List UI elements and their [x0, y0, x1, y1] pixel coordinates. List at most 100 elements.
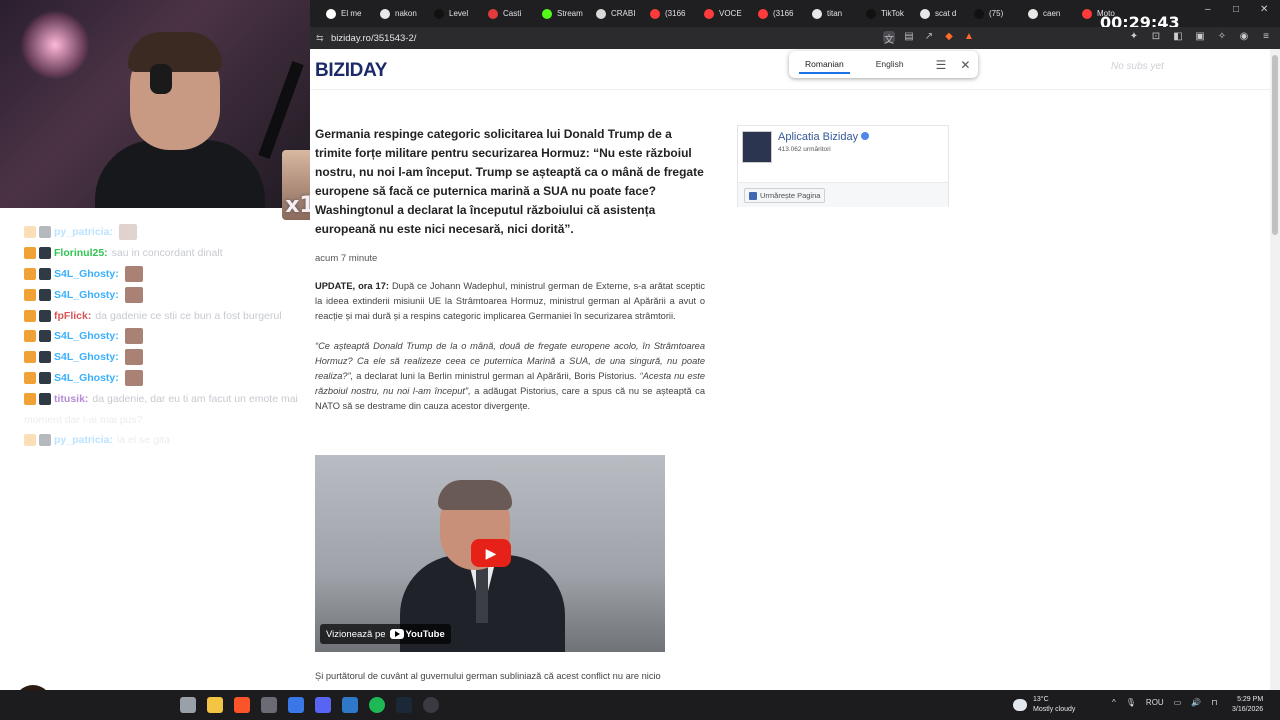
chat-username[interactable]: S4L_Ghosty:: [54, 330, 119, 342]
browser-tab[interactable]: VOCE: [700, 3, 753, 25]
minimize-icon[interactable]: –: [1205, 4, 1211, 15]
subscriber-badge-icon: [24, 309, 36, 322]
chat-username[interactable]: Florinul25:: [54, 247, 108, 259]
tab-label: caen: [1043, 9, 1061, 18]
volume-icon[interactable]: 🔊: [1191, 698, 1201, 707]
chat-username[interactable]: py_patricia:: [54, 226, 113, 238]
screenshot-icon[interactable]: ⊡: [1150, 31, 1162, 43]
brave-rewards-icon[interactable]: ▲: [963, 31, 975, 43]
browser-tab[interactable]: (3166: [646, 3, 699, 25]
tray-chevron-icon[interactable]: ^: [1112, 698, 1116, 707]
browser-tab[interactable]: titan: [808, 3, 861, 25]
chat-username[interactable]: S4L_Ghosty:: [54, 268, 119, 280]
vpn-icon[interactable]: ◉: [1238, 31, 1250, 43]
browser-tab[interactable]: nakon: [376, 3, 429, 25]
scroll-thumb[interactable]: [1272, 55, 1278, 235]
close-window-icon[interactable]: ✕: [1260, 4, 1268, 15]
share-icon[interactable]: ↗: [923, 31, 935, 43]
taskbar: 13°C Mostly cloudy ^ 🎙 ROU ▭ 🔊 ⊓ 5:29 PM 3…: [0, 690, 1280, 720]
youtube-embed[interactable]: ▶ Vizionează pe YouTube: [315, 455, 665, 652]
maximize-icon[interactable]: □: [1233, 4, 1239, 15]
fb-page-avatar[interactable]: [742, 131, 772, 163]
browser-tab[interactable]: Stream: [538, 3, 591, 25]
camera-badge-icon: [39, 247, 51, 260]
browser-tab[interactable]: El me: [322, 3, 375, 25]
tab-favicon-icon: [1028, 8, 1038, 19]
monitor-icon[interactable]: ▭: [1174, 698, 1182, 707]
camera-badge-icon: [39, 371, 51, 384]
brave-browser-icon[interactable]: [234, 697, 250, 713]
cloud-icon: [1013, 699, 1027, 711]
translate-icon[interactable]: 文: [883, 31, 895, 46]
chat-username[interactable]: titusik:: [54, 393, 88, 405]
video-figure-tie: [476, 563, 488, 623]
weather-desc: Mostly cloudy: [1033, 706, 1076, 713]
network-icon[interactable]: ⊓: [1211, 698, 1217, 707]
browser-tab[interactable]: Casti: [484, 3, 537, 25]
reader-icon[interactable]: ▤: [903, 31, 915, 43]
chat-message: S4L_Ghosty:: [24, 284, 354, 305]
chat-message: Florinul25: sau in concordant dinalt: [24, 243, 354, 264]
chat-username[interactable]: S4L_Ghosty:: [54, 372, 119, 384]
app-icon[interactable]: [342, 697, 358, 713]
tab-favicon-icon: [704, 8, 714, 19]
input-lang[interactable]: ROU: [1146, 698, 1164, 707]
chat-username[interactable]: S4L_Ghosty:: [54, 351, 119, 363]
file-explorer-icon[interactable]: [207, 697, 223, 713]
browser-tab[interactable]: scat d: [916, 3, 969, 25]
chat-emote-icon: [124, 286, 143, 303]
discord-icon[interactable]: [315, 697, 331, 713]
tab-label: Casti: [503, 9, 522, 18]
camera-badge-icon: [39, 434, 51, 447]
chat-username[interactable]: py_patricia:: [54, 434, 113, 446]
system-tray: ^ 🎙 ROU ▭ 🔊 ⊓: [1112, 698, 1217, 707]
translate-close-icon[interactable]: ✕: [960, 58, 970, 72]
menu-icon[interactable]: ≡: [1260, 31, 1272, 43]
weather-widget[interactable]: 13°C Mostly cloudy: [1013, 695, 1075, 715]
page-scrollbar[interactable]: [1270, 49, 1280, 690]
site-logo[interactable]: BIZIDAY: [315, 60, 387, 82]
subscriber-badge-icon: [24, 267, 36, 280]
mic-icon[interactable]: 🎙: [1126, 698, 1136, 707]
chat-username[interactable]: S4L_Ghosty:: [54, 289, 119, 301]
fb-page-name[interactable]: Aplicatia Biziday: [778, 131, 858, 143]
tab-favicon-icon: [488, 8, 498, 19]
store-icon[interactable]: [288, 697, 304, 713]
taskbar-clock[interactable]: 5:29 PM 3/16/2026: [1232, 695, 1263, 715]
browser-tab[interactable]: (3166: [754, 3, 807, 25]
browser-tab[interactable]: TikTok: [862, 3, 915, 25]
leo-ai-icon[interactable]: ✧: [1216, 31, 1228, 43]
streamer-body: [95, 140, 265, 208]
play-button-icon[interactable]: ▶: [471, 539, 511, 567]
brave-shield-icon[interactable]: ◆: [943, 31, 955, 43]
browser-tab[interactable]: (75): [970, 3, 1023, 25]
article-paragraph-2: “Ce așteaptă Donald Trump de la o mână, …: [315, 339, 705, 414]
url-field[interactable]: biziday.ro/351543-2/: [331, 33, 416, 44]
sidebar-icon[interactable]: ◧: [1172, 31, 1184, 43]
streamer-hair: [128, 32, 222, 72]
fb-page-name-row[interactable]: Aplicatia Biziday: [778, 131, 870, 143]
extensions-icon[interactable]: ✦: [1128, 31, 1140, 43]
fb-follow-button[interactable]: Urmărește Pagina: [744, 188, 826, 203]
translate-menu-icon[interactable]: ☰: [936, 58, 947, 72]
browser-tab[interactable]: caen: [1024, 3, 1077, 25]
lang-english-tab[interactable]: English: [860, 51, 920, 78]
lang-romanian-tab[interactable]: Romanian: [789, 51, 860, 78]
chat-username[interactable]: fpFlick:: [54, 310, 91, 322]
steam-icon[interactable]: [396, 697, 412, 713]
task-view-icon[interactable]: [180, 697, 196, 713]
chat-overlay: py_patricia: Florinul25: sau in concordant…: [24, 222, 354, 451]
obs-icon[interactable]: [423, 697, 439, 713]
tab-favicon-icon: [866, 8, 876, 19]
settings-icon[interactable]: [261, 697, 277, 713]
subscriber-badge-icon: [24, 247, 36, 260]
site-info-icon[interactable]: ⇆: [316, 33, 326, 43]
browser-tab[interactable]: Level: [430, 3, 483, 25]
spotify-icon[interactable]: [369, 697, 385, 713]
translate-popup: Romanian English ☰ ✕: [789, 51, 978, 78]
wallet-icon[interactable]: ▣: [1194, 31, 1206, 43]
camera-badge-icon: [39, 267, 51, 280]
chat-message: moment dar l-ai mai pus?: [24, 409, 354, 430]
watch-on-youtube-button[interactable]: Vizionează pe YouTube: [320, 624, 451, 644]
browser-tab[interactable]: CRABI: [592, 3, 645, 25]
